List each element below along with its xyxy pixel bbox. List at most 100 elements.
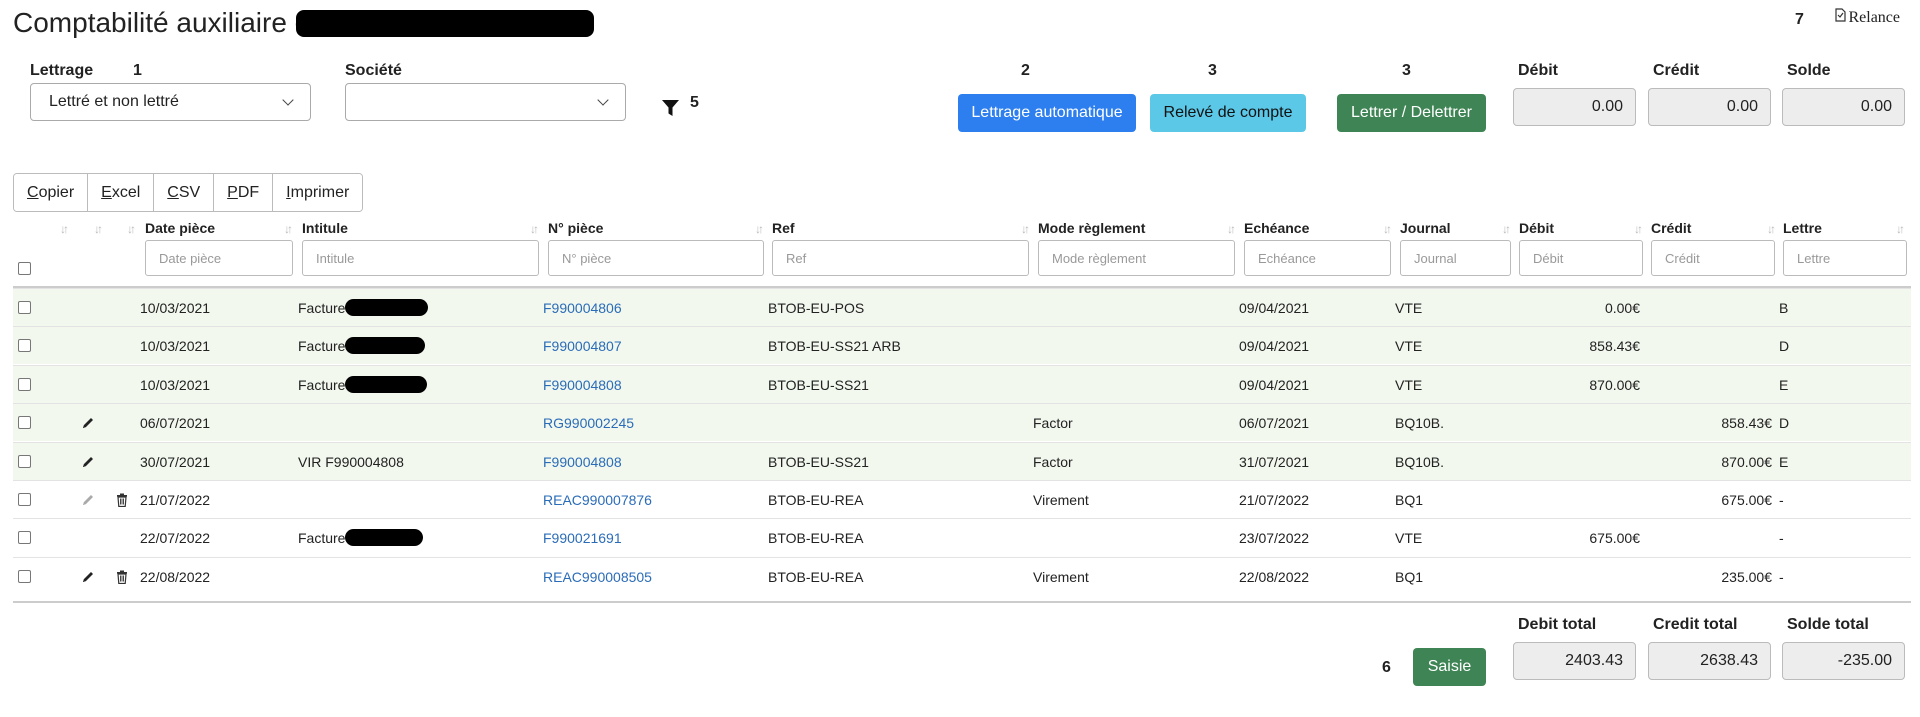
relance-link[interactable]: Relance: [1835, 8, 1900, 27]
column-header-intitule[interactable]: Intitule: [302, 220, 348, 236]
row-checkbox[interactable]: [18, 454, 31, 468]
cell-mode: Virement: [1033, 568, 1089, 585]
sort-icon[interactable]: ↓↑: [1021, 222, 1030, 236]
journal-filter-input[interactable]: Journal: [1400, 240, 1511, 276]
intitule-filter-input[interactable]: Intitule: [302, 240, 539, 276]
copier-button[interactable]: Copier: [14, 174, 89, 211]
cell-lettre: -: [1779, 492, 1784, 508]
cell-echeance: 23/07/2022: [1239, 530, 1310, 547]
row-checkbox[interactable]: [18, 416, 31, 430]
redacted-name: [345, 529, 423, 547]
column-header-ref[interactable]: Ref: [772, 220, 795, 236]
table-row[interactable]: 30/07/2021 VIR F990004808 F990004808 BTOB-E…: [13, 441, 1911, 481]
cell-piece[interactable]: F990021691: [543, 519, 622, 557]
column-header-lettre[interactable]: Lettre: [1783, 220, 1822, 236]
table-row[interactable]: 22/07/2022 Facture F990021691 BTOB-EU-REA 23…: [13, 518, 1911, 556]
cell-date: 06/07/2021: [140, 415, 211, 432]
piece-filter-input[interactable]: N° pièce: [548, 240, 764, 276]
sort-icon[interactable]: ↓↑: [1383, 222, 1392, 236]
column-header-echeance[interactable]: Echéance: [1244, 220, 1309, 236]
sort-icon[interactable]: ↓↑: [127, 222, 136, 236]
cell-intitule: Facture: [298, 300, 346, 316]
row-checkbox[interactable]: [18, 493, 31, 506]
table-row[interactable]: 22/08/2022 REAC990008505 BTOB-EU-REA Vireme…: [13, 556, 1911, 596]
step-number-7: 7: [1795, 11, 1804, 28]
row-checkbox[interactable]: [18, 377, 31, 391]
cell-echeance: 06/07/2021: [1239, 415, 1310, 432]
row-checkbox[interactable]: [18, 301, 31, 314]
saisie-button[interactable]: Saisie: [1413, 648, 1486, 686]
sort-icon[interactable]: ↓↑: [60, 222, 69, 236]
excel-button[interactable]: Excel: [88, 174, 155, 211]
step-number-6: 6: [1382, 659, 1391, 676]
cell-echeance: 09/04/2021: [1239, 376, 1310, 393]
debit-total-value: 2403.43: [1513, 642, 1636, 680]
pencil-icon[interactable]: [80, 481, 96, 519]
date-filter-input[interactable]: Date pièce: [145, 240, 293, 276]
column-header-credit[interactable]: Crédit: [1651, 220, 1691, 236]
row-checkbox[interactable]: [18, 531, 31, 545]
cell-piece[interactable]: F990004807: [543, 327, 622, 365]
echeance-filter-input[interactable]: Echéance: [1244, 240, 1391, 276]
cell-piece[interactable]: F990004808: [543, 366, 622, 404]
filter-icon[interactable]: [661, 98, 680, 122]
row-checkbox[interactable]: [18, 569, 31, 583]
releve-de-compte-button[interactable]: Relevé de compte: [1150, 94, 1306, 132]
credit-filter-input[interactable]: Crédit: [1651, 240, 1775, 276]
sort-icon[interactable]: ↓↑: [1767, 222, 1776, 236]
lettre-filter-input[interactable]: Lettre: [1783, 240, 1907, 276]
cell-ref: BTOB-EU-REA: [768, 568, 864, 585]
cell-journal: BQ10B.: [1395, 415, 1445, 432]
column-header-piece[interactable]: N° pièce: [548, 220, 603, 236]
sort-icon[interactable]: ↓↑: [1634, 222, 1643, 236]
column-header-mode[interactable]: Mode règlement: [1038, 220, 1145, 236]
cell-echeance: 09/04/2021: [1239, 300, 1310, 316]
imprimer-button[interactable]: Imprimer: [273, 174, 363, 211]
cell-ref: BTOB-EU-POS: [768, 300, 865, 316]
cell-date: 21/07/2022: [140, 492, 211, 508]
column-header-debit[interactable]: Débit: [1519, 220, 1554, 236]
pdf-button[interactable]: P DF: [214, 174, 274, 211]
lettrage-automatique-button[interactable]: Lettrage automatique: [958, 94, 1136, 132]
redacted-name: [296, 10, 594, 37]
select-all-checkbox[interactable]: [18, 262, 31, 275]
pencil-icon[interactable]: [80, 404, 96, 442]
mode-filter-input[interactable]: Mode règlement: [1038, 240, 1235, 276]
cell-piece[interactable]: F990004806: [543, 289, 622, 327]
column-header-date[interactable]: Date pièce: [145, 220, 215, 236]
debit-filter-input[interactable]: Débit: [1519, 240, 1643, 276]
page-title: Comptabilité auxiliaire -: [13, 4, 304, 42]
trash-icon[interactable]: [115, 558, 129, 596]
pencil-icon[interactable]: [80, 443, 96, 481]
lettrer-delettrer-button[interactable]: Lettrer / Delettrer: [1337, 94, 1486, 132]
sort-icon[interactable]: ↓↑: [1896, 222, 1905, 236]
redacted-name: [345, 375, 427, 393]
sort-icon[interactable]: ↓↑: [530, 222, 539, 236]
lettrage-select[interactable]: Lettré et non lettré: [30, 83, 311, 121]
cell-piece[interactable]: RG990002245: [543, 404, 634, 442]
cell-piece[interactable]: F990004808: [543, 443, 622, 481]
cell-lettre: E: [1779, 453, 1789, 470]
societe-select[interactable]: [345, 83, 626, 121]
cell-piece[interactable]: REAC990008505: [543, 558, 652, 596]
sort-icon[interactable]: ↓↑: [1227, 222, 1236, 236]
table-row[interactable]: 10/03/2021 Facture F990004807 BTOB-EU-SS21 …: [13, 326, 1911, 365]
step-number-5: 5: [690, 94, 699, 111]
sort-icon[interactable]: ↓↑: [1502, 222, 1511, 236]
table-row[interactable]: 21/07/2022 REAC990007876 BTOB-EU-REA Vireme…: [13, 480, 1911, 518]
cell-ref: BTOB-EU-REA: [768, 530, 864, 547]
table-row[interactable]: 06/07/2021 RG990002245 Factor 06/07/2021 BQ1…: [13, 403, 1911, 442]
cell-piece[interactable]: REAC990007876: [543, 481, 652, 519]
sort-icon[interactable]: ↓↑: [284, 222, 293, 236]
table-row[interactable]: 10/03/2021 Facture F990004806 BTOB-EU-POS 09…: [13, 288, 1911, 326]
column-header-journal[interactable]: Journal: [1400, 220, 1451, 236]
pencil-icon[interactable]: [80, 558, 96, 596]
trash-icon[interactable]: [115, 481, 129, 519]
redacted-name: [345, 299, 428, 316]
row-checkbox[interactable]: [18, 339, 31, 353]
sort-icon[interactable]: ↓↑: [755, 222, 764, 236]
sort-icon[interactable]: ↓↑: [94, 222, 103, 236]
csv-button[interactable]: C SV: [154, 174, 215, 211]
table-row[interactable]: 10/03/2021 Facture F990004808 BTOB-EU-SS21 0…: [13, 364, 1911, 404]
ref-filter-input[interactable]: Ref: [772, 240, 1029, 276]
